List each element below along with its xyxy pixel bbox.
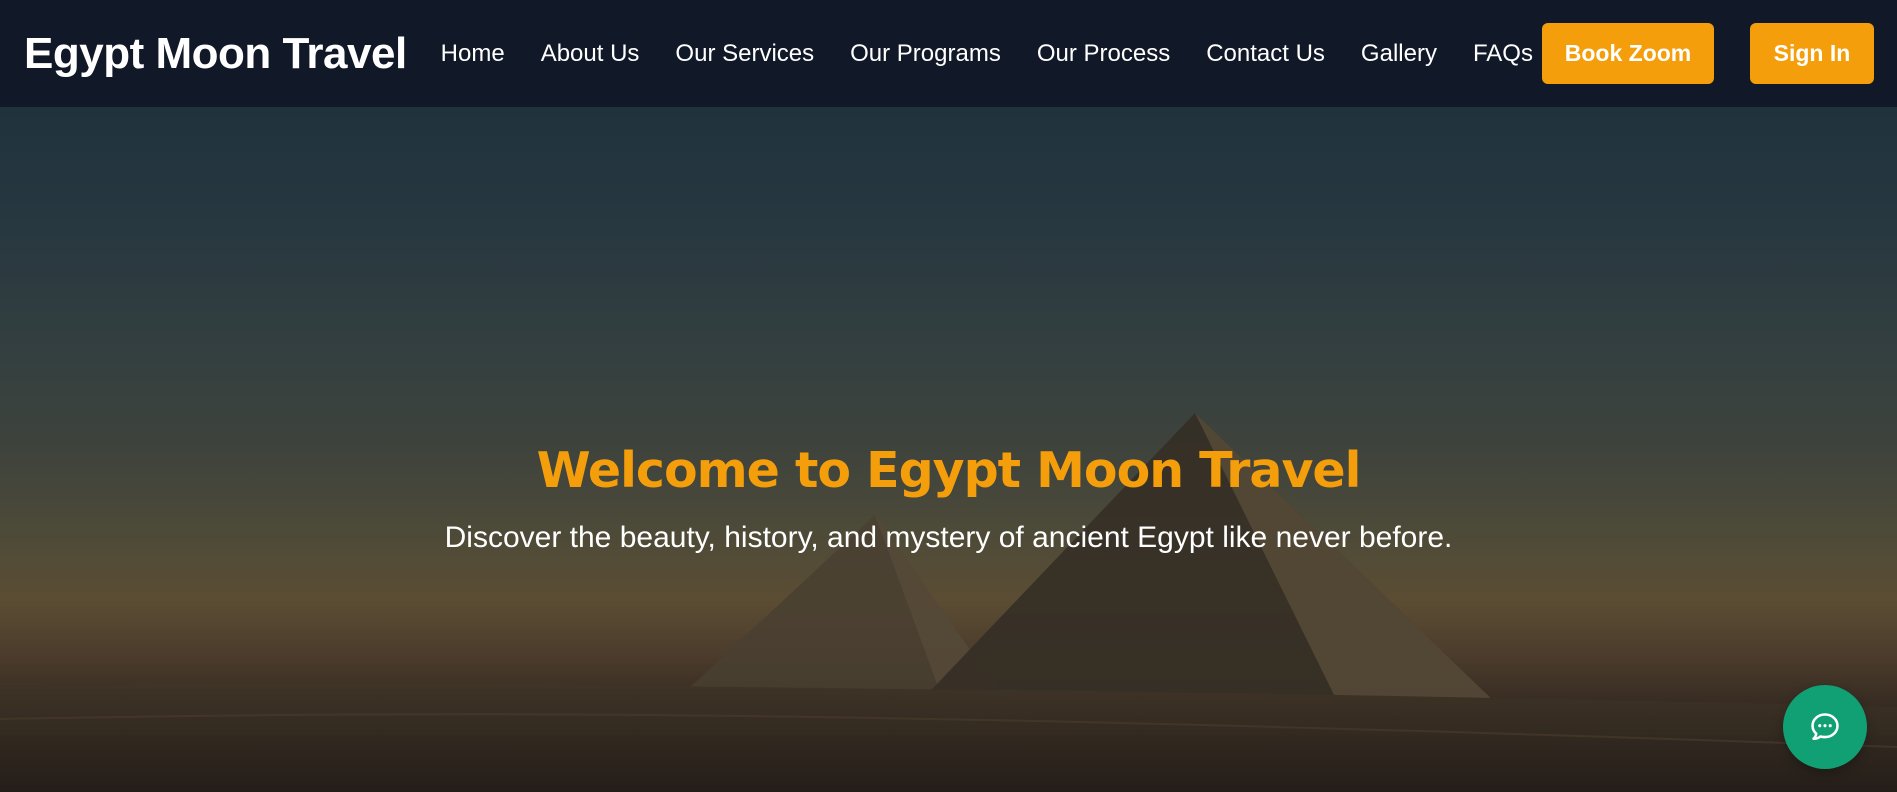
sign-in-button[interactable]: Sign In xyxy=(1750,23,1874,84)
book-zoom-button[interactable]: Book Zoom xyxy=(1542,23,1714,84)
hero-subtitle: Discover the beauty, history, and myster… xyxy=(444,521,1453,554)
nav-link-about-us[interactable]: About Us xyxy=(541,40,640,68)
chat-button[interactable] xyxy=(1783,685,1867,769)
chat-bubble-icon xyxy=(1811,713,1839,741)
hero-title: Welcome to Egypt Moon Travel xyxy=(536,442,1362,499)
nav-link-home[interactable]: Home xyxy=(441,40,505,68)
top-navbar: Egypt Moon Travel Home About Us Our Serv… xyxy=(0,0,1897,107)
nav-link-our-services[interactable]: Our Services xyxy=(675,40,814,68)
nav-link-gallery[interactable]: Gallery xyxy=(1361,40,1437,68)
hero-section: Welcome to Egypt Moon Travel Discover th… xyxy=(0,107,1897,792)
nav-link-our-programs[interactable]: Our Programs xyxy=(850,40,1001,68)
nav-link-our-process[interactable]: Our Process xyxy=(1037,40,1170,68)
nav-link-contact-us[interactable]: Contact Us xyxy=(1206,40,1325,68)
brand-logo-text[interactable]: Egypt Moon Travel xyxy=(24,29,407,79)
hero-content: Welcome to Egypt Moon Travel Discover th… xyxy=(0,442,1897,555)
nav-links: Home About Us Our Services Our Programs … xyxy=(441,40,1569,68)
nav-link-faqs[interactable]: FAQs xyxy=(1473,40,1533,68)
